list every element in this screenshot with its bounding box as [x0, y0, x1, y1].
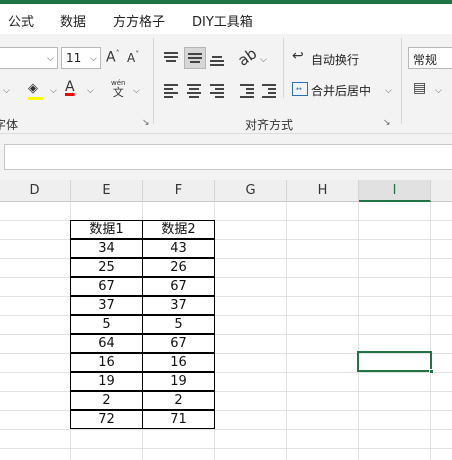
column-header-g[interactable]: G [215, 180, 287, 202]
chevron-down-icon: ⌵ [47, 54, 54, 64]
decrease-indent-icon[interactable] [240, 84, 254, 98]
row-gridline [0, 296, 452, 297]
table-cell[interactable]: 34 [70, 239, 143, 258]
header-cell-data1[interactable]: 数据1 [70, 220, 143, 239]
fill-color-swatch [28, 97, 43, 100]
active-cell-selection[interactable] [357, 351, 432, 372]
row-gridline [0, 429, 452, 430]
align-middle-icon[interactable] [184, 47, 206, 69]
column-gridline [286, 202, 287, 460]
row-gridline [0, 277, 452, 278]
font-size-select[interactable]: 11 ⌵ [61, 47, 101, 69]
text-orientation-icon[interactable]: ab [235, 44, 261, 69]
table-cell[interactable]: 26 [142, 258, 215, 277]
chevron-down-icon[interactable]: ⌵ [3, 86, 10, 96]
column-header-e[interactable]: E [71, 180, 143, 202]
font-color-button[interactable]: A [65, 79, 75, 95]
paint-bucket-icon: ◈ [28, 81, 38, 96]
alignment-dialog-launcher-icon[interactable]: ↘ [383, 118, 391, 128]
worksheet-grid[interactable]: D E F G H I 数据1 数据2 34 43 25 26 67 67 37… [0, 180, 452, 460]
group-divider [283, 38, 284, 98]
table-cell[interactable]: 72 [70, 410, 143, 429]
table-cell[interactable]: 2 [70, 391, 143, 410]
accounting-format-icon[interactable]: ▤ [413, 80, 426, 96]
chevron-down-icon[interactable]: ⌵ [87, 86, 94, 96]
chevron-down-icon[interactable]: ⌵ [385, 86, 392, 96]
column-gridline [358, 202, 359, 460]
table-cell[interactable]: 67 [142, 334, 215, 353]
row-gridline [0, 334, 452, 335]
fill-color-button[interactable]: ◈ [28, 81, 43, 100]
table-cell[interactable]: 67 [70, 277, 143, 296]
row-gridline [0, 410, 452, 411]
chevron-down-icon[interactable]: ⌵ [133, 86, 140, 96]
align-bottom-icon[interactable] [210, 54, 224, 66]
merge-center-icon[interactable]: ↔ [292, 82, 308, 96]
font-size-value: 11 [66, 51, 82, 65]
row-gridline [0, 258, 452, 259]
chevron-down-icon[interactable]: ⌵ [50, 86, 57, 96]
ribbon: ⌵ 11 ⌵ A˄ A˅ ⌵ ◈ ⌵ A ⌵ wén 文 ⌵ 字体 ↘ ab ⌵ [0, 34, 452, 134]
table-cell[interactable]: 5 [142, 315, 215, 334]
row-gridline [0, 220, 452, 221]
font-group-label: 字体 [0, 118, 19, 132]
column-header-h[interactable]: H [287, 180, 359, 202]
table-cell[interactable]: 37 [70, 296, 143, 315]
table-cell[interactable]: 16 [70, 353, 143, 372]
chevron-down-icon[interactable]: ⌵ [435, 86, 442, 96]
row-gridline [0, 448, 452, 449]
table-cell[interactable]: 2 [142, 391, 215, 410]
wrap-text-icon[interactable]: ↩ [292, 48, 304, 64]
formula-input[interactable] [4, 144, 452, 170]
table-cell[interactable]: 67 [142, 277, 215, 296]
table-cell[interactable]: 37 [142, 296, 215, 315]
font-name-select[interactable]: ⌵ [0, 47, 58, 69]
alignment-group-label: 对齐方式 [245, 118, 294, 132]
column-header-d[interactable]: D [0, 180, 71, 202]
chevron-down-icon[interactable]: ⌵ [260, 55, 267, 65]
group-divider [401, 38, 402, 124]
align-center-icon[interactable] [187, 84, 201, 98]
row-gridline [0, 372, 452, 373]
column-header-next[interactable] [431, 180, 452, 202]
group-divider [153, 38, 154, 124]
increase-font-size-button[interactable]: A˄ [106, 49, 120, 66]
phonetic-guide-button[interactable]: wén 文 [111, 78, 125, 98]
align-top-icon[interactable] [164, 52, 178, 64]
chevron-down-icon: ⌵ [90, 54, 97, 64]
column-header-i[interactable]: I [359, 180, 431, 202]
table-cell[interactable]: 16 [142, 353, 215, 372]
align-left-icon[interactable] [164, 84, 178, 98]
tab-data[interactable]: 数据 [60, 11, 86, 30]
decrease-font-size-button[interactable]: A˅ [127, 50, 139, 65]
tab-fangfang-gezi[interactable]: 方方格子 [113, 11, 165, 30]
table-cell[interactable]: 25 [70, 258, 143, 277]
table-cell[interactable]: 19 [70, 372, 143, 391]
row-gridline [0, 391, 452, 392]
header-cell-data2[interactable]: 数据2 [142, 220, 215, 239]
column-header-f[interactable]: F [143, 180, 215, 202]
merge-center-button[interactable]: 合并后居中 [311, 82, 371, 99]
formula-bar [0, 134, 452, 180]
font-dialog-launcher-icon[interactable]: ↘ [142, 118, 150, 128]
ribbon-tab-bar: 公式 数据 方方格子 DIY工具箱 [0, 4, 452, 34]
table-cell[interactable]: 19 [142, 372, 215, 391]
table-cell[interactable]: 64 [70, 334, 143, 353]
column-gridline [430, 202, 431, 460]
table-cell[interactable]: 5 [70, 315, 143, 334]
table-cell[interactable]: 43 [142, 239, 215, 258]
number-format-value: 常规 [413, 53, 438, 67]
align-right-icon[interactable] [210, 84, 224, 98]
increase-indent-icon[interactable] [262, 84, 276, 98]
row-gridline [0, 315, 452, 316]
tab-diy-toolbox[interactable]: DIY工具箱 [192, 11, 253, 30]
table-cell[interactable]: 71 [142, 410, 215, 429]
row-gridline [0, 239, 452, 240]
wrap-text-button[interactable]: 自动换行 [311, 51, 359, 68]
number-format-select[interactable]: 常规 [408, 47, 452, 69]
tab-formulas[interactable]: 公式 [8, 11, 34, 30]
fill-handle[interactable] [429, 369, 434, 374]
